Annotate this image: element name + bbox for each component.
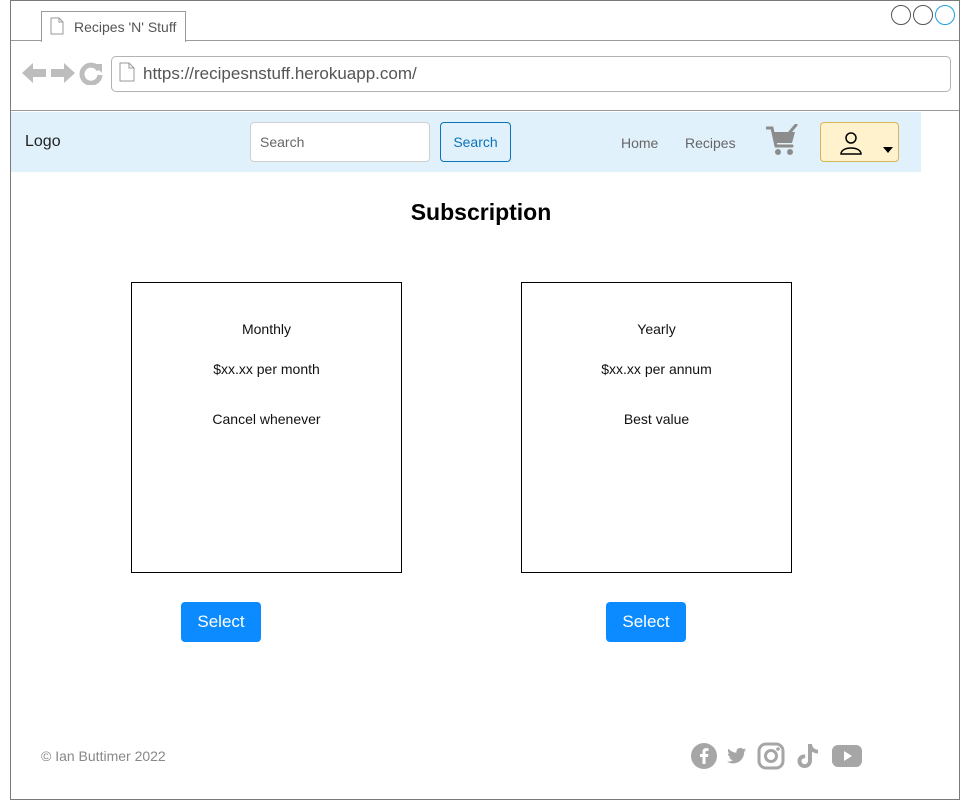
user-icon	[839, 131, 863, 160]
select-monthly-button[interactable]: Select	[181, 602, 261, 642]
app-header: Logo Search Home Recipes	[11, 112, 921, 172]
search-input[interactable]	[250, 122, 430, 162]
page-icon	[119, 62, 135, 87]
instagram-icon[interactable]	[757, 742, 785, 770]
nav-recipes-link[interactable]: Recipes	[685, 135, 736, 151]
minimize-button[interactable]	[891, 5, 911, 25]
plan-price: $xx.xx per annum	[601, 361, 712, 377]
social-links	[691, 742, 863, 770]
tab-title: Recipes 'N' Stuff	[74, 19, 177, 35]
plan-card-yearly[interactable]: Yearly $xx.xx per annum Best value	[521, 282, 792, 573]
plan-price: $xx.xx per month	[213, 361, 320, 377]
plan-name: Monthly	[241, 321, 292, 337]
copyright-text: © Ian Buttimer 2022	[41, 748, 166, 764]
url-text: https://recipesnstuff.herokuapp.com/	[143, 64, 417, 83]
maximize-button[interactable]	[913, 5, 933, 25]
browser-tab[interactable]: Recipes 'N' Stuff	[41, 11, 186, 42]
cart-icon[interactable]	[765, 123, 798, 163]
youtube-icon[interactable]	[831, 744, 863, 768]
browser-window: Recipes 'N' Stuff https://recipesnstuff.…	[10, 0, 960, 800]
address-bar: https://recipesnstuff.herokuapp.com/	[11, 41, 959, 111]
nav-home-link[interactable]: Home	[621, 135, 658, 151]
window-controls	[891, 5, 955, 25]
tab-bar: Recipes 'N' Stuff	[11, 1, 959, 42]
facebook-icon[interactable]	[691, 743, 717, 769]
reload-icon[interactable]	[79, 61, 103, 90]
forward-arrow-icon[interactable]	[50, 61, 76, 90]
tiktok-icon[interactable]	[795, 742, 821, 770]
user-menu-button[interactable]	[820, 122, 899, 162]
select-yearly-button[interactable]: Select	[606, 602, 686, 642]
plan-note: Cancel whenever	[212, 411, 321, 427]
navigation-controls	[21, 61, 103, 90]
plan-note: Best value	[623, 411, 690, 427]
plan-card-monthly[interactable]: Monthly $xx.xx per month Cancel whenever	[131, 282, 402, 573]
plan-name: Yearly	[637, 321, 676, 337]
page-title: Subscription	[410, 199, 552, 225]
close-button[interactable]	[935, 5, 955, 25]
page-icon	[50, 17, 64, 38]
caret-down-icon	[883, 140, 893, 158]
twitter-icon[interactable]	[727, 747, 747, 765]
url-field[interactable]: https://recipesnstuff.herokuapp.com/	[111, 56, 951, 92]
search-button[interactable]: Search	[440, 122, 511, 162]
logo[interactable]: Logo	[25, 133, 61, 151]
back-arrow-icon[interactable]	[21, 61, 47, 90]
